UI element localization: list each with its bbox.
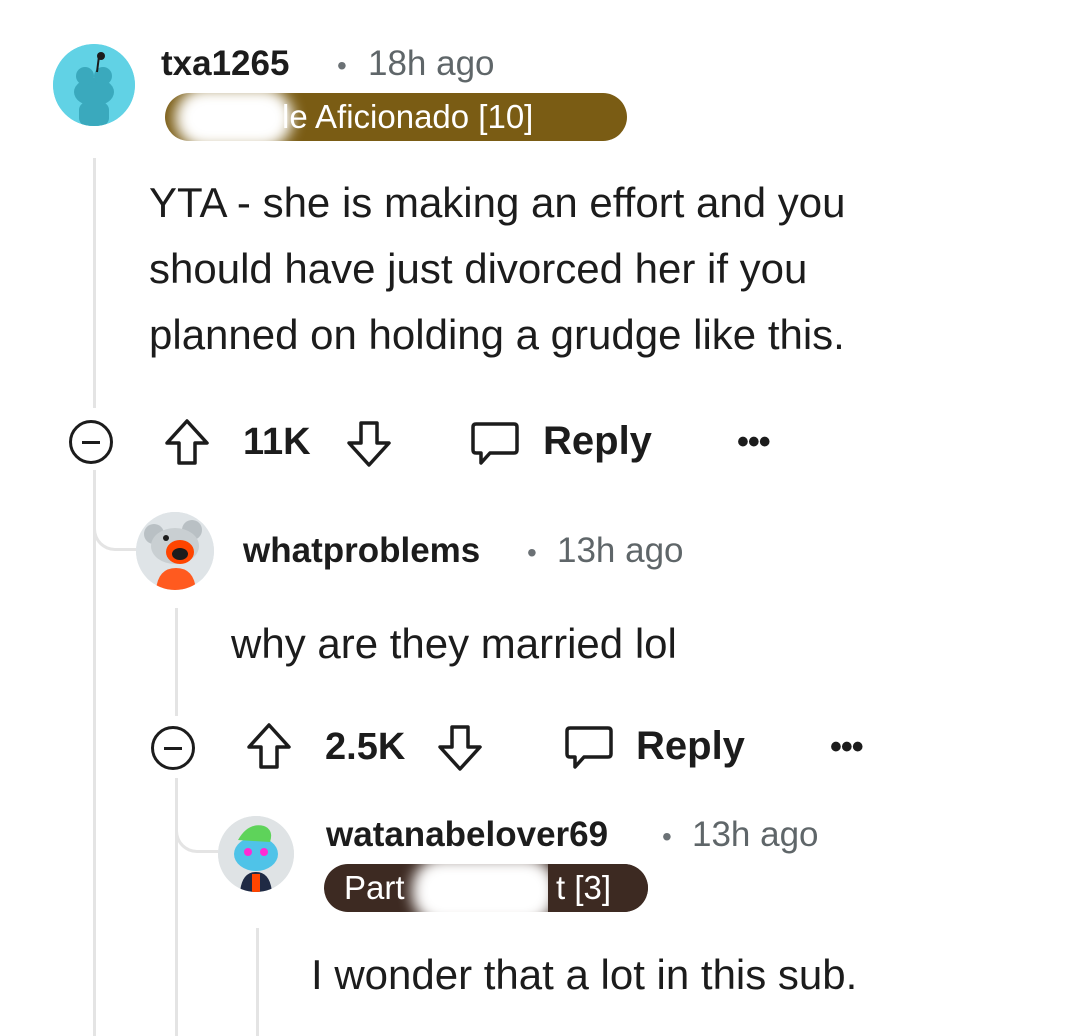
flair-text: Part	[344, 869, 405, 906]
meta-separator: •	[337, 50, 347, 81]
thread-connector	[175, 778, 218, 853]
timestamp: 13h ago	[692, 815, 819, 854]
thread-line-level-3[interactable]	[256, 928, 259, 1036]
thread-line-level-1-lower[interactable]	[93, 470, 96, 1036]
username[interactable]: watanabelover69	[326, 815, 608, 855]
meta-separator: •	[527, 537, 537, 568]
snoo-avatar-blue-green-hair-icon	[218, 816, 294, 892]
redaction-blur	[412, 858, 556, 924]
timestamp: 18h ago	[368, 44, 495, 83]
timestamp: 13h ago	[557, 531, 684, 570]
snoo-avatar-orange-hoodie-icon	[136, 512, 214, 590]
flair-text: le Aficionado [10]	[282, 98, 534, 135]
collapse-button[interactable]	[69, 420, 113, 464]
vote-score: 2.5K	[325, 726, 406, 768]
avatar[interactable]	[136, 512, 214, 590]
user-flair-tail: t [3]	[548, 864, 648, 912]
meta-separator: •	[662, 821, 672, 852]
more-options-button[interactable]: •••	[737, 423, 771, 462]
collapse-button[interactable]	[151, 726, 195, 770]
thread-line-level-2[interactable]	[175, 608, 178, 716]
downvote-icon[interactable]	[346, 420, 392, 468]
upvote-icon[interactable]	[246, 722, 292, 770]
reply-button[interactable]: Reply	[636, 724, 745, 769]
avatar[interactable]	[53, 44, 135, 126]
username[interactable]: whatproblems	[243, 531, 480, 571]
comment-body: I wonder that a lot in this sub.	[311, 951, 858, 998]
flair-text: t [3]	[556, 869, 612, 906]
redaction-blur	[175, 88, 293, 148]
comment-body: why are they married lol	[231, 620, 677, 667]
reply-bubble-icon[interactable]	[564, 724, 614, 772]
thread-connector	[93, 470, 136, 551]
more-options-button[interactable]: •••	[830, 728, 864, 767]
thread-line-level-1[interactable]	[93, 158, 96, 408]
vote-score: 11K	[243, 421, 311, 463]
downvote-icon[interactable]	[437, 724, 483, 772]
comment-body: YTA - she is making an effort and you sh…	[149, 179, 846, 358]
avatar[interactable]	[218, 816, 294, 892]
reply-button[interactable]: Reply	[543, 419, 652, 464]
upvote-icon[interactable]	[164, 418, 210, 466]
snoo-avatar-teal-icon	[53, 44, 135, 126]
reply-bubble-icon[interactable]	[470, 420, 520, 468]
username[interactable]: txa1265	[161, 44, 289, 84]
